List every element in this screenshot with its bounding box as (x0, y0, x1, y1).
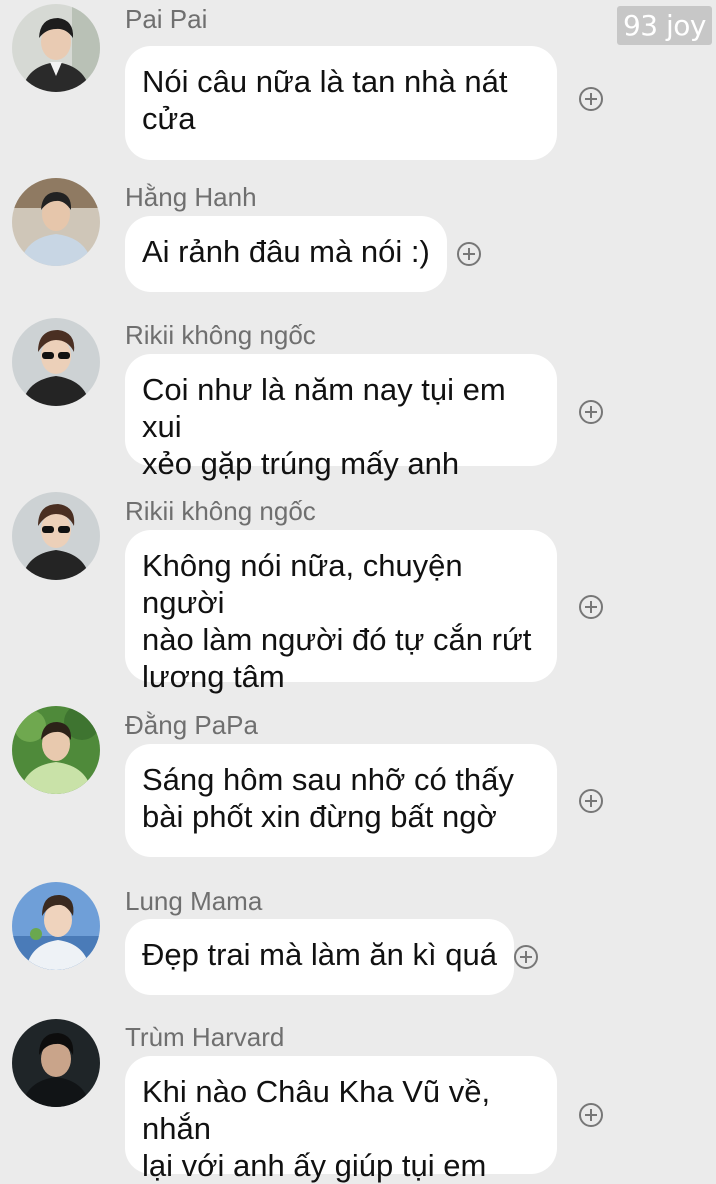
message-text: Khi nào Châu Kha Vũ về, nhắn lại với anh… (142, 1074, 491, 1183)
add-reaction-icon[interactable] (514, 945, 538, 969)
avatar[interactable] (12, 492, 100, 580)
add-reaction-icon[interactable] (579, 400, 603, 424)
message-text: Không nói nữa, chuyện người nào làm ngườ… (142, 548, 532, 694)
add-reaction-icon[interactable] (579, 87, 603, 111)
add-reaction-icon[interactable] (579, 1103, 603, 1127)
message-bubble[interactable]: Nói câu nữa là tan nhà nát cửa (125, 46, 557, 160)
message-bubble[interactable]: Ai rảnh đâu mà nói :) (125, 216, 447, 292)
avatar[interactable] (12, 1019, 100, 1107)
add-reaction-icon[interactable] (579, 789, 603, 813)
sender-name: Pai Pai (125, 4, 208, 34)
avatar[interactable] (12, 882, 100, 970)
avatar[interactable] (12, 178, 100, 266)
message-bubble[interactable]: Không nói nữa, chuyện người nào làm ngườ… (125, 530, 557, 694)
message-text: Sáng hôm sau nhỡ có thấy bài phốt xin đừ… (142, 762, 514, 834)
message-bubble[interactable]: Sáng hôm sau nhỡ có thấy bài phốt xin đừ… (125, 744, 557, 857)
avatar[interactable] (12, 4, 100, 92)
sender-name: Đằng PaPa (125, 710, 258, 740)
message-text: Ai rảnh đâu mà nói :) (142, 234, 430, 269)
avatar[interactable] (12, 706, 100, 794)
message-text: Coi như là năm nay tụi em xui xẻo gặp tr… (142, 372, 506, 481)
sender-name: Trùm Harvard (125, 1022, 285, 1052)
message-bubble[interactable]: Coi như là năm nay tụi em xui xẻo gặp tr… (125, 354, 557, 481)
sender-name: Rikii không ngốc (125, 320, 316, 350)
message-bubble[interactable]: Khi nào Châu Kha Vũ về, nhắn lại với anh… (125, 1056, 557, 1183)
message-text: Nói câu nữa là tan nhà nát cửa (142, 64, 508, 136)
message-text: Đẹp trai mà làm ăn kì quá (142, 937, 497, 972)
add-reaction-icon[interactable] (457, 242, 481, 266)
watermark: 93 joy (616, 6, 712, 45)
sender-name: Rikii không ngốc (125, 496, 316, 526)
avatar[interactable] (12, 318, 100, 406)
sender-name: Hằng Hanh (125, 182, 257, 212)
message-bubble[interactable]: Đẹp trai mà làm ăn kì quá (125, 919, 514, 995)
add-reaction-icon[interactable] (579, 595, 603, 619)
sender-name: Lung Mama (125, 886, 263, 916)
